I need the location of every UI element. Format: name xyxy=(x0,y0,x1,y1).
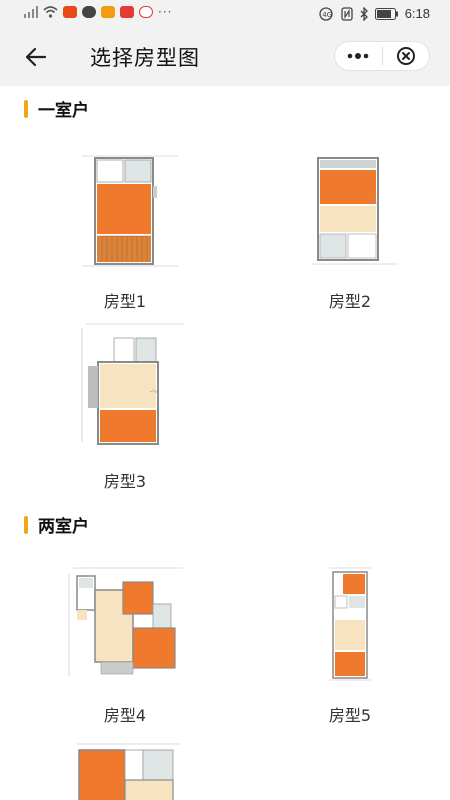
svg-text:4G: 4G xyxy=(322,11,332,19)
section-title-one-room: 一室户 xyxy=(24,96,89,121)
mini-program-capsule xyxy=(334,41,430,71)
more-dots-icon xyxy=(347,53,369,59)
app-notification-icon xyxy=(101,6,115,18)
section-title-text: 一室户 xyxy=(38,101,89,121)
app-notification-icon xyxy=(63,6,77,18)
floorplan-card-3[interactable]: 房型3 xyxy=(25,322,225,491)
floorplan-card-4[interactable]: 房型4 xyxy=(25,562,225,725)
floorplan-card-2[interactable]: 房型2 xyxy=(250,150,450,311)
status-left: ··· xyxy=(24,6,172,18)
section-title-text: 两室户 xyxy=(38,517,89,537)
floorplan-image-2 xyxy=(312,157,398,265)
status-bar: ··· 4G 6:18 xyxy=(0,0,450,28)
floorplan-card-1[interactable]: 房型1 xyxy=(25,150,225,311)
app-notification-icon xyxy=(120,6,134,18)
signal-icon xyxy=(24,6,38,18)
floorplan-label: 房型1 xyxy=(103,292,147,311)
more-notifications-icon: ··· xyxy=(158,5,173,19)
back-button[interactable] xyxy=(22,43,50,71)
floorplan-image-5 xyxy=(329,567,371,681)
section-accent-bar xyxy=(24,99,28,118)
floorplan-card-5[interactable]: 房型5 xyxy=(250,562,450,725)
floorplan-image-4 xyxy=(68,567,183,676)
page-title: 选择房型图 xyxy=(90,46,200,70)
floorplan-card-6[interactable] xyxy=(25,738,225,800)
floorplan-label: 房型4 xyxy=(103,706,147,725)
battery-icon xyxy=(374,7,398,20)
floorplan-label: 房型5 xyxy=(328,706,372,725)
hd-icon: 4G xyxy=(319,6,333,21)
close-button[interactable] xyxy=(382,42,429,70)
nav-bar: 选择房型图 xyxy=(0,28,450,86)
floorplan-label: 房型2 xyxy=(328,292,372,311)
app-notification-icon xyxy=(82,6,96,18)
section-accent-bar xyxy=(24,515,28,534)
floorplan-image-3 xyxy=(81,323,184,445)
floorplan-image-6 xyxy=(77,743,181,800)
status-time: 6:18 xyxy=(404,6,430,21)
weibo-icon xyxy=(139,6,153,18)
bluetooth-icon xyxy=(360,6,368,21)
close-circle-icon xyxy=(396,47,415,65)
status-right: 4G 6:18 xyxy=(319,6,430,21)
wifi-icon xyxy=(43,6,58,18)
floorplan-label: 房型3 xyxy=(103,472,147,491)
section-title-two-room: 两室户 xyxy=(24,512,89,537)
nfc-icon xyxy=(341,6,353,21)
floorplan-image-1 xyxy=(82,155,178,267)
arrow-left-icon xyxy=(25,47,47,67)
more-button[interactable] xyxy=(335,42,382,70)
